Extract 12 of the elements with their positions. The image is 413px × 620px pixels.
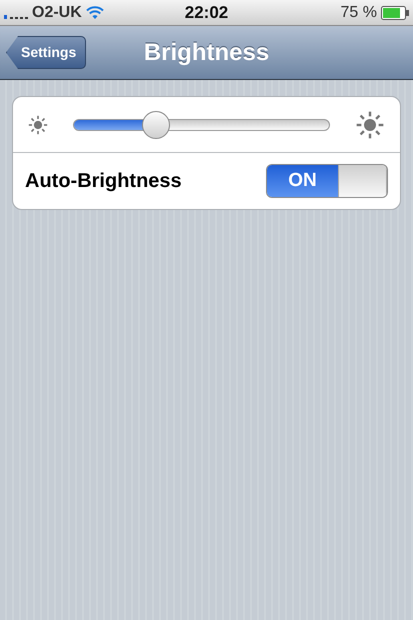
dim-sun-icon [27, 114, 49, 136]
signal-icon [4, 14, 28, 18]
battery-icon [380, 6, 409, 20]
screen-title: Brightness [144, 38, 270, 68]
back-button[interactable]: Settings [6, 36, 86, 69]
wifi-icon [86, 6, 104, 20]
carrier-name: O2-UK [32, 2, 82, 22]
toggle-switch[interactable]: ON [266, 164, 388, 198]
clock-time: 22:02 [184, 2, 228, 24]
battery-percentage: 75 % [340, 2, 377, 22]
bright-sun-icon [354, 108, 386, 140]
setting-label: Auto-Brightness [25, 169, 182, 194]
